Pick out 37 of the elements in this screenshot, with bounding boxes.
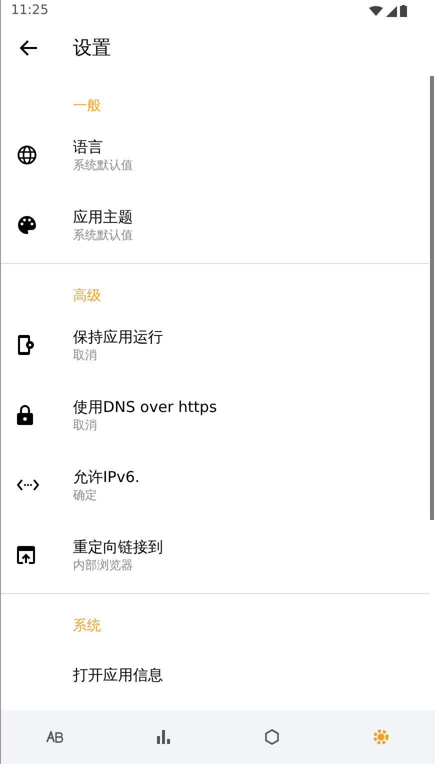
item-title: 使用DNS over https xyxy=(73,396,217,416)
item-title: 应用主题 xyxy=(73,206,133,226)
signal-icon xyxy=(386,6,397,16)
settings-item[interactable]: 打开应用信息 xyxy=(1,640,429,710)
settings-item[interactable]: 允许IPv6. 确定 xyxy=(1,450,429,520)
back-arrow-icon xyxy=(20,40,38,56)
item-summary: 取消 xyxy=(73,346,98,364)
item-summary: 内部浏览器 xyxy=(73,556,134,574)
section-header: 一般 xyxy=(73,97,101,116)
item-title: 语言 xyxy=(73,136,104,156)
settings-item[interactable]: 重定向链接到 内部浏览器 xyxy=(1,520,429,590)
item-title: 允许IPv6. xyxy=(73,466,140,486)
item-summary: 系统默认值 xyxy=(73,226,133,244)
lock-icon xyxy=(17,405,33,425)
battery-icon xyxy=(400,5,407,17)
open-in-window-icon xyxy=(17,546,35,564)
screen-title: 设置 xyxy=(73,36,111,61)
settings-item[interactable]: 语言 系统默认值 xyxy=(1,120,429,190)
section-header: 系统 xyxy=(73,617,101,636)
wifi-icon xyxy=(369,6,383,16)
settings-item[interactable]: 使用DNS over https 取消 xyxy=(1,380,429,450)
bar-chart-icon xyxy=(156,730,171,744)
item-summary: 确定 xyxy=(73,486,98,504)
item-summary: 系统默认值 xyxy=(73,156,133,174)
globe-icon xyxy=(17,145,37,165)
palette-icon xyxy=(17,215,37,235)
code-dots-icon xyxy=(17,479,39,491)
item-title: 保持应用运行 xyxy=(73,326,163,346)
settings-item[interactable]: 保持应用运行 取消 xyxy=(1,310,429,380)
settings-item[interactable]: 应用主题 系统默认值 xyxy=(1,190,429,260)
item-summary: 取消 xyxy=(73,416,98,434)
status-time: 11:25 xyxy=(11,2,48,20)
item-title: 打开应用信息 xyxy=(73,665,163,685)
cube-icon xyxy=(264,729,280,745)
section-header: 高级 xyxy=(73,287,101,306)
translate-icon xyxy=(46,731,64,743)
item-title: 重定向链接到 xyxy=(73,536,163,556)
